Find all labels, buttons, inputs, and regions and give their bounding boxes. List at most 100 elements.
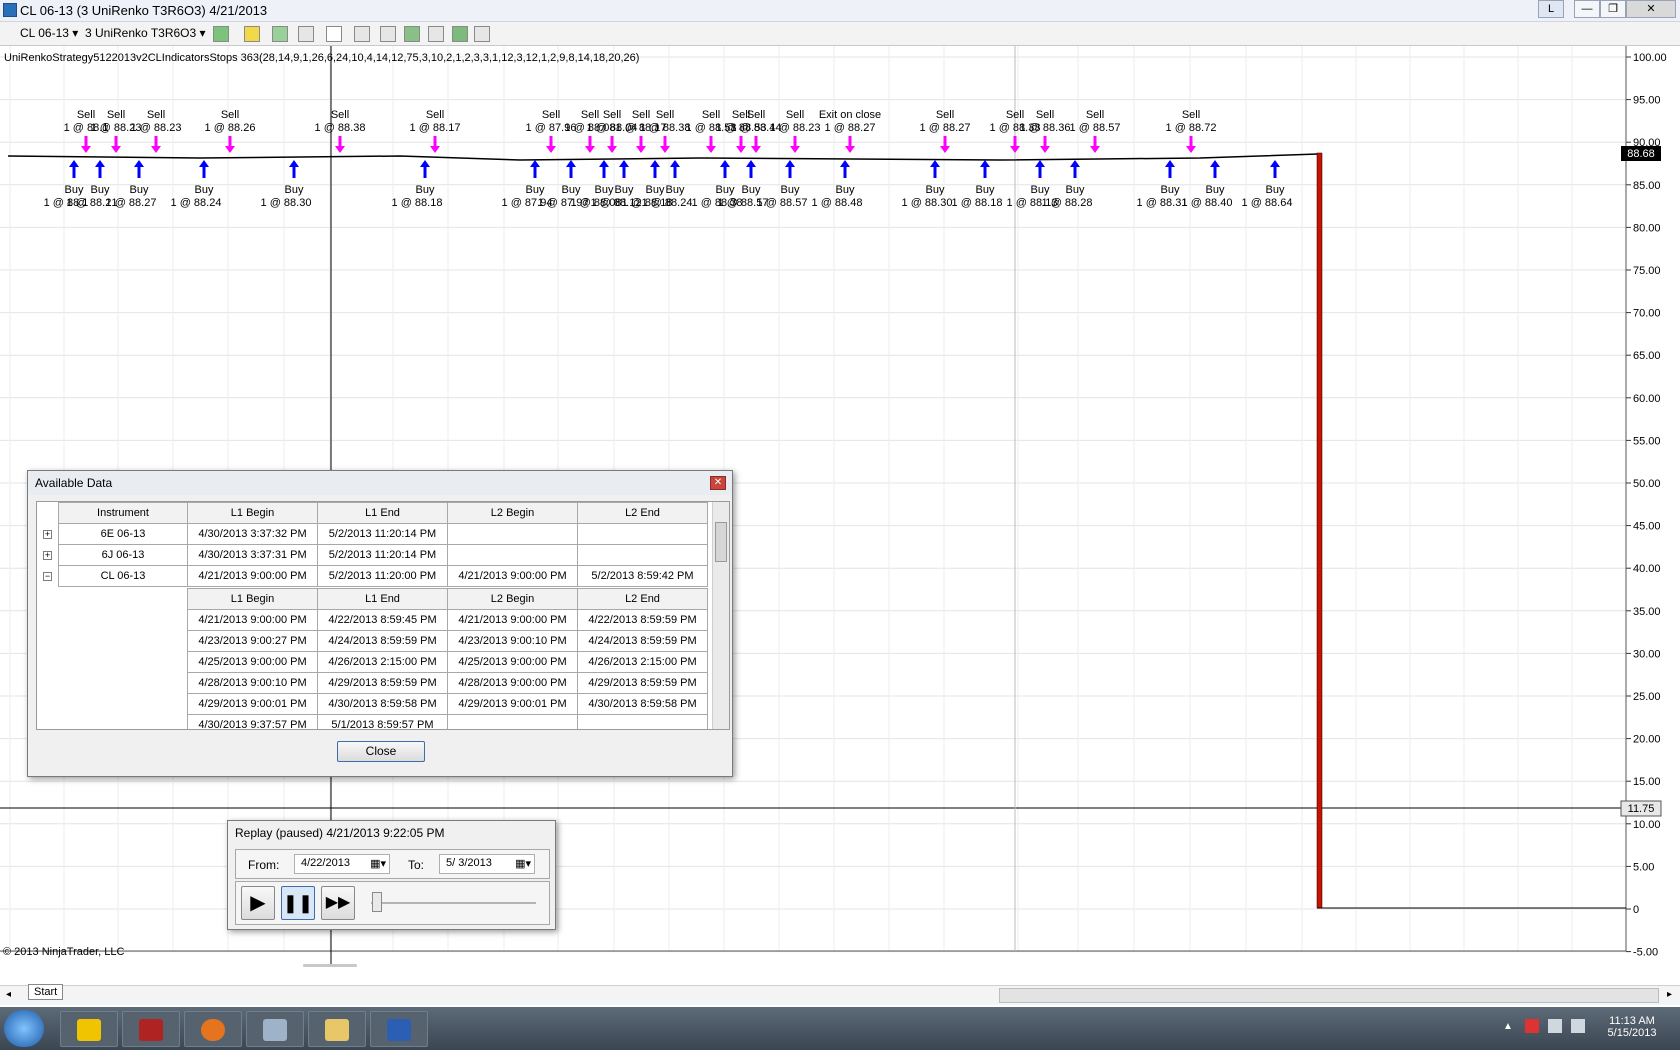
table-row[interactable]: 4/30/2013 9:37:57 PM 5/1/2013 8:59:57 PM: [187, 714, 708, 729]
available-data-grid[interactable]: Instrument L1 Begin L1 End L2 Begin L2 End 6E…: [36, 501, 730, 730]
column-header[interactable]: Instrument: [58, 502, 188, 524]
taskbar-app-reader[interactable]: [122, 1011, 180, 1047]
table-cell: 4/26/2013 2:15:00 PM: [317, 651, 448, 673]
calendar-icon[interactable]: ▦▾: [370, 857, 386, 870]
taskbar-app-calculator[interactable]: [246, 1011, 304, 1047]
strategy-icon[interactable]: [404, 26, 420, 42]
table-row[interactable]: 6J 06-13 4/30/2013 3:37:31 PM 5/2/2013 11:…: [58, 544, 708, 566]
buy-price-label: 1 @ 88.24: [171, 197, 222, 209]
network-icon[interactable]: [1548, 1019, 1562, 1033]
buy-arrow-head: [420, 160, 430, 167]
buy-arrow-head: [1270, 160, 1280, 167]
to-date-field[interactable]: 5/ 3/2013 ▦▾: [439, 854, 535, 874]
minimize-button[interactable]: —: [1574, 0, 1600, 18]
buy-label: Buy: [1206, 184, 1225, 196]
remove-icon[interactable]: [298, 26, 314, 42]
fast-forward-button[interactable]: ▶▶: [321, 886, 355, 920]
properties-icon[interactable]: [380, 26, 396, 42]
table-row[interactable]: 6E 06-13 4/30/2013 3:37:32 PM 5/2/2013 11:…: [58, 523, 708, 545]
column-header[interactable]: L2 End: [577, 588, 708, 610]
table-row[interactable]: 4/29/2013 9:00:01 PM 4/30/2013 8:59:58 PM…: [187, 693, 708, 715]
buy-label: Buy: [285, 184, 304, 196]
buy-price-label: 1 @ 88.30: [261, 197, 312, 209]
table-row[interactable]: 4/21/2013 9:00:00 PM 4/22/2013 8:59:45 PM…: [187, 609, 708, 631]
scroll-right-icon[interactable]: ▸: [1667, 989, 1672, 1000]
scroll-left-icon[interactable]: ◂: [6, 989, 11, 1000]
play-button[interactable]: ▶: [241, 886, 275, 920]
start-orb-icon[interactable]: [4, 1010, 44, 1047]
y-tick-label: 20.00: [1633, 734, 1661, 746]
clock[interactable]: 11:13 AM 5/15/2013: [1602, 1015, 1662, 1039]
collapse-icon[interactable]: −: [43, 572, 52, 581]
calendar-icon[interactable]: ▦▾: [515, 857, 531, 870]
from-date-field[interactable]: 4/22/2013 ▦▾: [294, 854, 390, 874]
chart-data-icon[interactable]: [428, 26, 444, 42]
buy-arrow-head: [566, 160, 576, 167]
table-row[interactable]: CL 06-13 4/21/2013 9:00:00 PM 5/2/2013 11:…: [58, 565, 708, 587]
chart-scrollbar[interactable]: ◂ ▸: [0, 985, 1680, 1005]
buy-arrow-head: [720, 160, 730, 167]
expand-icon[interactable]: +: [43, 551, 52, 560]
crosshair-icon[interactable]: [326, 26, 342, 42]
table-row[interactable]: 4/23/2013 9:00:27 PM 4/24/2013 8:59:59 PM…: [187, 630, 708, 652]
table-cell: 4/29/2013 8:59:59 PM: [577, 672, 708, 694]
sell-price-label: 1 @ 88.23: [770, 122, 821, 134]
column-header[interactable]: L1 Begin: [187, 502, 318, 524]
bar-style-icon[interactable]: [213, 26, 229, 42]
sell-arrow-head: [845, 146, 855, 153]
sell-label: Exit on close: [819, 109, 881, 121]
dollar-icon[interactable]: [452, 26, 468, 42]
data-box-icon[interactable]: [474, 26, 490, 42]
sell-label: Sell: [1006, 109, 1024, 121]
sell-arrow-head: [706, 146, 716, 153]
sell-arrow-head: [607, 146, 617, 153]
column-header[interactable]: L2 Begin: [447, 588, 578, 610]
volume-icon[interactable]: [1571, 1019, 1585, 1033]
tray-expand-icon[interactable]: ▲: [1503, 1021, 1513, 1032]
taskbar-app-explorer[interactable]: [308, 1011, 366, 1047]
buy-label: Buy: [195, 184, 214, 196]
taskbar-app-word[interactable]: [370, 1011, 428, 1047]
buy-arrow-head: [1210, 160, 1220, 167]
sell-price-label: 1 @ 88.38: [315, 122, 366, 134]
chart-toolbar: CL 06-13 ▾ 3 UniRenko T3R6O3 ▾: [0, 22, 1680, 46]
drawing-tool-icon[interactable]: [244, 26, 260, 42]
replay-speed-slider[interactable]: [372, 892, 382, 912]
table-row[interactable]: 4/28/2013 9:00:10 PM 4/29/2013 8:59:59 PM…: [187, 672, 708, 694]
y-tick-label: 95.00: [1633, 95, 1661, 107]
zoom-icon[interactable]: [354, 26, 370, 42]
pause-button[interactable]: ❚❚: [281, 886, 315, 920]
column-header[interactable]: L1 End: [317, 502, 448, 524]
replay-speed-track[interactable]: [371, 902, 536, 904]
detail-table: L1 Begin L1 End L2 Begin L2 End 4/21/2013 9:…: [187, 588, 708, 729]
buy-label: Buy: [65, 184, 84, 196]
sell-arrow-head: [736, 146, 746, 153]
close-icon[interactable]: ✕: [710, 476, 726, 490]
bar-type-selector[interactable]: 3 UniRenko T3R6O3 ▾: [85, 26, 206, 40]
buy-label: Buy: [926, 184, 945, 196]
column-header[interactable]: L1 Begin: [187, 588, 318, 610]
restore-button[interactable]: ❐: [1600, 0, 1626, 18]
close-window-button[interactable]: ✕: [1626, 0, 1676, 18]
expand-icon[interactable]: +: [43, 530, 52, 539]
scroll-thumb[interactable]: [999, 988, 1659, 1003]
add-indicator-icon[interactable]: [272, 26, 288, 42]
action-center-icon[interactable]: [1525, 1019, 1539, 1033]
table-cell: CL 06-13: [58, 565, 188, 587]
link-button[interactable]: L: [1538, 0, 1564, 18]
buy-price-label: 1 @ 88.18: [952, 197, 1003, 209]
table-cell: 4/21/2013 9:00:00 PM: [447, 565, 578, 587]
column-header[interactable]: L2 End: [577, 502, 708, 524]
sell-label: Sell: [1182, 109, 1200, 121]
column-header[interactable]: L2 Begin: [447, 502, 578, 524]
column-header[interactable]: L1 End: [317, 588, 448, 610]
table-row[interactable]: 4/25/2013 9:00:00 PM 4/26/2013 2:15:00 PM…: [187, 651, 708, 673]
close-button[interactable]: Close: [337, 741, 425, 762]
instrument-selector[interactable]: CL 06-13 ▾: [20, 26, 78, 40]
grid-scrollbar[interactable]: [712, 502, 729, 729]
taskbar-app-firefox[interactable]: [184, 1011, 242, 1047]
table-cell: 4/29/2013 9:00:01 PM: [447, 693, 578, 715]
grid-scroll-thumb[interactable]: [715, 522, 727, 562]
taskbar-app-ninjatrader[interactable]: [60, 1011, 118, 1047]
buy-label: Buy: [836, 184, 855, 196]
